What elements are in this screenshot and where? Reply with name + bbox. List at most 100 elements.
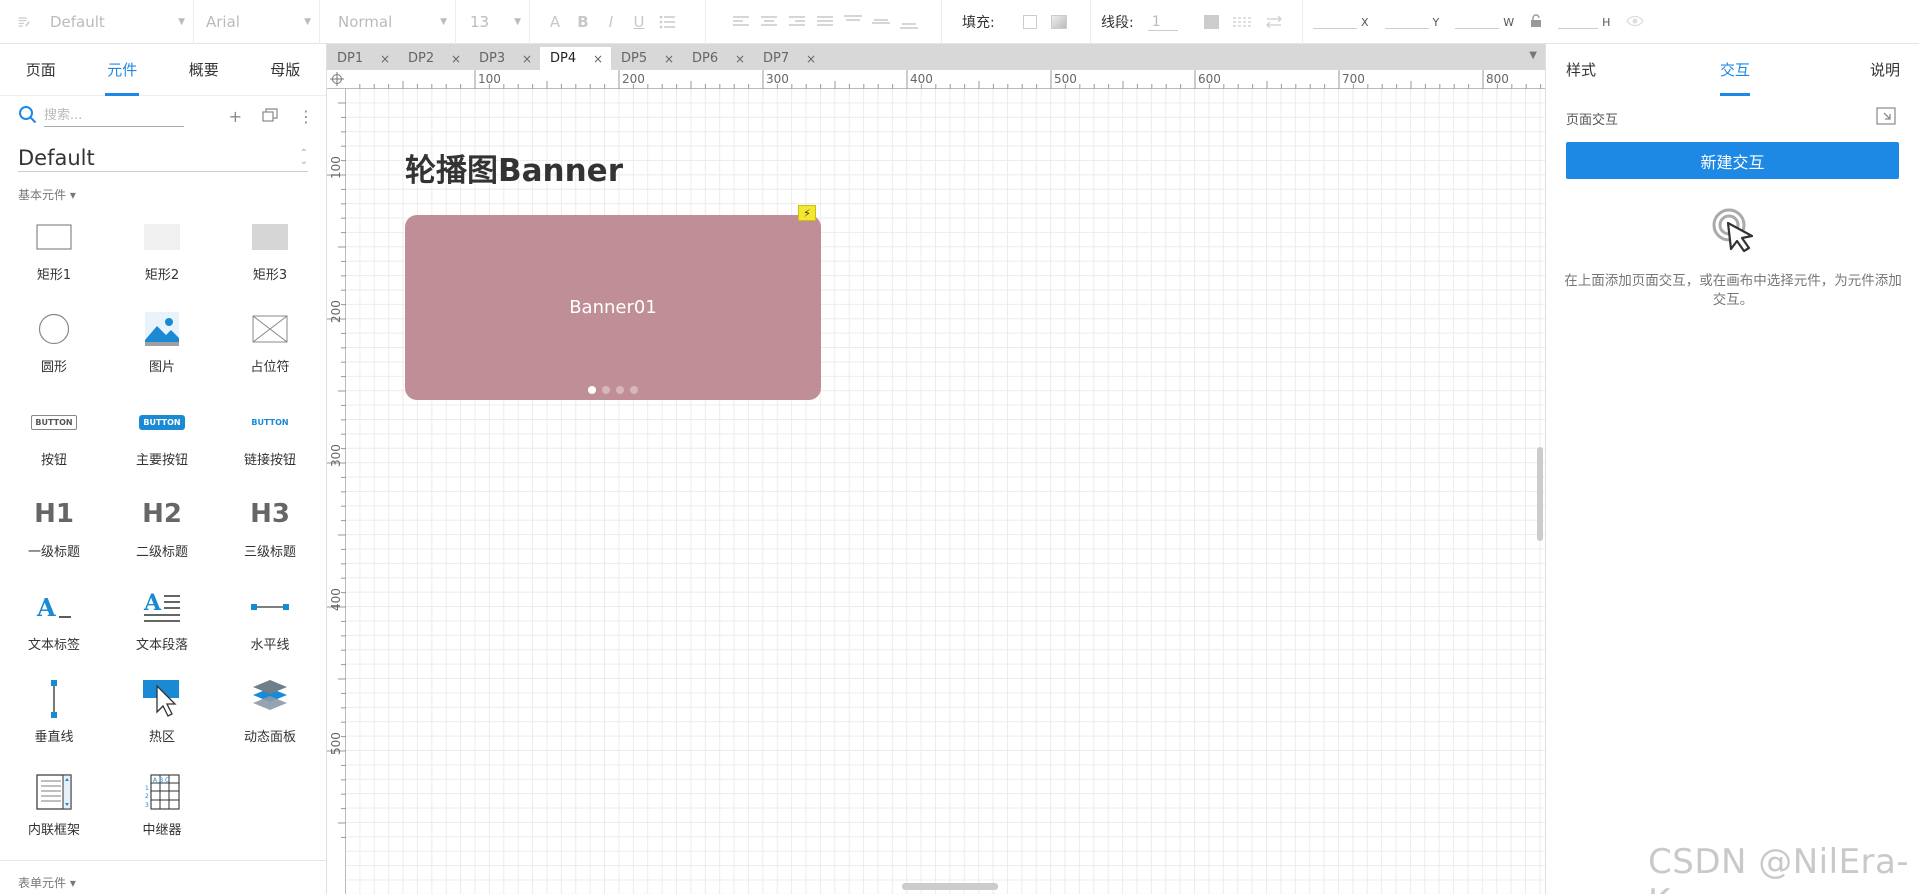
heading-3-icon: H3 [250,499,290,529]
doc-tab[interactable]: DP7 × [753,47,824,70]
widget-item[interactable]: 垂直线 [4,676,104,764]
carousel-dot[interactable] [602,386,610,394]
tab-outline[interactable]: 概要 [185,44,223,96]
svg-text:A B C: A B C [153,777,169,784]
justify-icon[interactable] [816,13,834,31]
style-edit-icon[interactable] [18,0,30,44]
widget-item[interactable]: A 文本标签 [4,584,104,672]
fill-color-swatch[interactable] [1022,15,1037,29]
align-right-icon[interactable] [788,13,806,31]
lock-icon[interactable] [1530,13,1542,31]
widget-label: 圆形 [40,360,67,375]
style-select[interactable]: Default ▼ [42,0,194,44]
design-canvas[interactable]: 轮播图Banner Banner01 ⚡ [346,89,1545,894]
tab-masters[interactable]: 母版 [266,44,304,96]
ruler-label: 200 [329,300,343,323]
close-icon[interactable]: × [664,52,674,66]
widget-label: 中继器 [142,823,182,838]
page-title[interactable]: 轮播图Banner [405,145,623,190]
widget-item[interactable]: 矩形3 [220,214,320,302]
widget-item[interactable]: 内联框架 [4,769,104,857]
add-library-icon[interactable]: + [229,107,242,126]
widget-item[interactable]: 矩形1 [4,214,104,302]
library-window-icon[interactable] [262,107,278,126]
underline-icon[interactable]: U [630,13,648,31]
align-left-icon[interactable] [732,13,750,31]
y-field[interactable]: Y [1384,15,1439,29]
size-select[interactable]: 13 ▼ [462,0,530,44]
line-style-icon[interactable] [1232,13,1251,31]
carousel-dot[interactable] [630,386,638,394]
doc-tab[interactable]: DP2 × [398,47,469,70]
widget-item[interactable]: H3 三级标题 [220,491,320,579]
weight-select[interactable]: Normal ▼ [330,0,456,44]
widget-item[interactable]: 圆形 [4,306,104,394]
close-icon[interactable]: × [806,52,816,66]
visibility-eye-icon[interactable] [1626,13,1645,31]
w-field[interactable]: W [1455,15,1514,29]
divider [0,860,327,861]
heading-1-icon: H1 [34,499,74,529]
doc-tab[interactable]: DP1 × [327,47,398,70]
widget-item[interactable]: 图片 [112,306,212,394]
close-icon[interactable]: × [522,52,532,66]
italic-icon[interactable]: I [602,13,620,31]
close-icon[interactable]: × [451,52,461,66]
widget-item[interactable]: 动态面板 [220,676,320,764]
widget-item[interactable]: 热区 [112,676,212,764]
arrow-style-icon[interactable] [1265,13,1283,31]
text-paragraph-icon: A [143,590,180,622]
more-options-icon[interactable]: ⋮ [298,107,314,126]
section-form-widgets[interactable]: 表单元件 ▾ [18,874,76,891]
shadow-icon[interactable] [1050,15,1067,29]
close-icon[interactable]: × [593,52,603,66]
widget-item[interactable]: A B C 12 3 中继器 [112,769,212,857]
doc-tab-active[interactable]: DP4 × [540,47,611,70]
vertical-line-icon [51,680,57,718]
carousel-dot[interactable] [616,386,624,394]
tab-list-dropdown-icon[interactable]: ▼ [1529,50,1537,61]
rectangle-light-icon [144,224,180,250]
doc-tab[interactable]: DP3 × [469,47,540,70]
tab-widgets[interactable]: 元件 [103,44,141,96]
align-top-icon[interactable] [844,13,862,31]
widget-item[interactable]: BUTTON 链接按钮 [220,399,320,487]
widget-item[interactable]: A 文本段落 [112,584,212,672]
vertical-scrollbar[interactable] [1537,447,1543,541]
x-field[interactable]: X [1313,15,1369,29]
widget-item[interactable]: BUTTON 按钮 [4,399,104,487]
font-select[interactable]: Arial ▼ [198,0,320,44]
tab-pages[interactable]: 页面 [22,44,60,96]
font-color-icon[interactable]: A [546,13,564,31]
tab-notes[interactable]: 说明 [1870,44,1900,96]
tab-interaction[interactable]: 交互 [1720,44,1751,96]
bold-icon[interactable]: B [574,13,592,31]
widget-item[interactable]: H1 一级标题 [4,491,104,579]
collapse-panel-icon[interactable] [1876,107,1896,128]
tab-style[interactable]: 样式 [1566,44,1596,96]
line-width-input[interactable]: 1 [1147,14,1178,31]
align-middle-icon[interactable] [872,13,890,31]
widget-item[interactable]: 矩形2 [112,214,212,302]
library-select[interactable]: Default ⌃ ⌄ [18,144,308,172]
line-color-swatch[interactable] [1203,15,1219,29]
banner-carousel[interactable]: Banner01 [405,215,821,400]
widget-item[interactable]: 水平线 [220,584,320,672]
search-input[interactable]: 搜索... [44,105,184,127]
new-interaction-button[interactable]: 新建交互 [1566,142,1899,179]
align-bottom-icon[interactable] [900,13,918,31]
section-basic-widgets[interactable]: 基本元件 ▾ [18,186,76,203]
h-field[interactable]: H [1558,15,1610,29]
doc-tab[interactable]: DP5 × [611,47,682,70]
close-icon[interactable]: × [735,52,745,66]
widget-item[interactable]: 占位符 [220,306,320,394]
widget-item[interactable]: H2 二级标题 [112,491,212,579]
widget-item[interactable]: BUTTON 主要按钮 [112,399,212,487]
interaction-lightning-icon[interactable]: ⚡ [798,205,816,221]
close-icon[interactable]: × [380,52,390,66]
bullet-list-icon[interactable] [658,13,676,31]
carousel-dot[interactable] [588,386,596,394]
align-center-icon[interactable] [760,13,778,31]
doc-tab[interactable]: DP6 × [682,47,753,70]
horizontal-scrollbar[interactable] [902,883,998,890]
